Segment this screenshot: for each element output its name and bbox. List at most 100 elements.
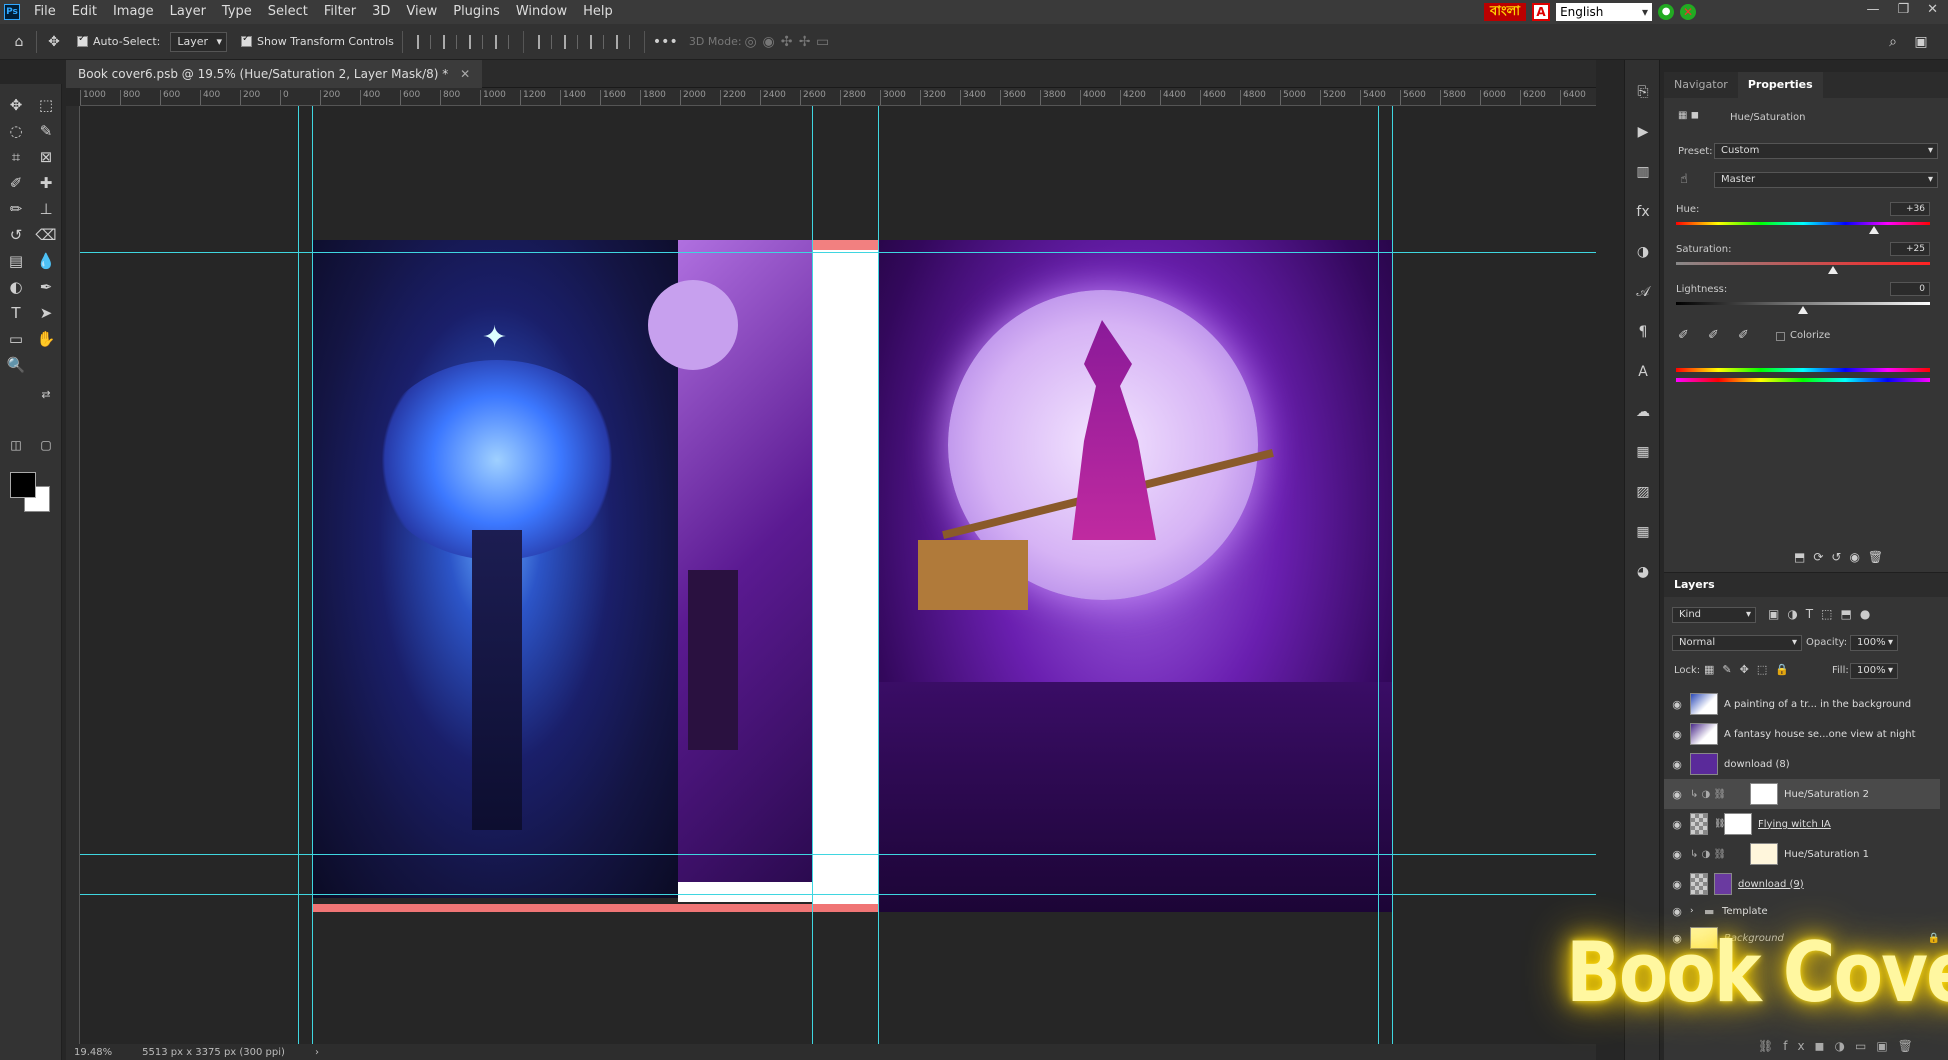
distribute-vertical-icon[interactable] — [615, 34, 630, 49]
menu-select[interactable]: Select — [260, 0, 316, 24]
colorize-checkbox[interactable] — [1776, 332, 1785, 341]
guide-horizontal[interactable] — [80, 252, 1596, 253]
saturation-value[interactable]: +25 — [1890, 242, 1930, 256]
eyedropper-tool-icon[interactable]: ✐ — [4, 172, 28, 194]
properties-footer-icons[interactable]: ⬒⟳↺◉🗑 — [1794, 550, 1891, 564]
saturation-slider-thumb[interactable] — [1828, 266, 1839, 274]
minimize-icon[interactable]: — — [1866, 2, 1879, 17]
history-brush-icon[interactable]: ↺ — [4, 224, 28, 246]
quick-select-tool-icon[interactable]: ✎ — [34, 120, 58, 142]
guide-vertical[interactable] — [1378, 106, 1379, 1044]
workspace-icon[interactable]: ▣ — [1912, 34, 1930, 50]
hue-value[interactable]: +36 — [1890, 202, 1930, 216]
tab-navigator[interactable]: Navigator — [1664, 72, 1738, 98]
guide-vertical[interactable] — [878, 106, 879, 1044]
chevron-right-icon[interactable]: › — [1690, 906, 1704, 916]
menu-layer[interactable]: Layer — [162, 0, 214, 24]
glyphs-icon[interactable]: 𝒜 — [1633, 282, 1653, 302]
stamp-tool-icon[interactable]: ⊥ — [34, 198, 58, 220]
foreground-color-swatch[interactable] — [10, 472, 36, 498]
menu-plugins[interactable]: Plugins — [445, 0, 508, 24]
lock-icons[interactable]: ▦✎✥⬚🔒 — [1704, 663, 1797, 676]
layer-row[interactable]: ◉ A painting of a tr... in the backgroun… — [1664, 689, 1940, 719]
align-bottom-icon[interactable] — [589, 34, 604, 49]
targeted-adjust-icon[interactable]: ☝ — [1680, 172, 1688, 187]
type-tool-icon[interactable]: T — [4, 302, 28, 324]
guide-vertical[interactable] — [812, 106, 813, 1044]
menu-type[interactable]: Type — [214, 0, 260, 24]
layer-filter-icons[interactable]: ▣◑T⬚⬒● — [1768, 607, 1878, 621]
auto-select-checkbox[interactable] — [77, 33, 88, 47]
visibility-eye-icon[interactable]: ◉ — [1664, 788, 1690, 801]
align-top-icon[interactable] — [537, 34, 552, 49]
menu-3d[interactable]: 3D — [364, 0, 398, 24]
lightness-value[interactable]: 0 — [1890, 282, 1930, 296]
lightness-slider-thumb[interactable] — [1798, 306, 1808, 314]
opacity-field[interactable]: 100% — [1850, 635, 1898, 651]
menu-help[interactable]: Help — [575, 0, 621, 24]
pen-tool-icon[interactable]: ✒ — [34, 276, 58, 298]
align-middle-icon[interactable] — [563, 34, 578, 49]
healing-tool-icon[interactable]: ✚ — [34, 172, 58, 194]
menu-window[interactable]: Window — [508, 0, 575, 24]
brushes-icon[interactable]: ☁ — [1633, 402, 1653, 422]
brush-tool-icon[interactable]: ✏ — [4, 198, 28, 220]
zoom-level[interactable]: 19.48% — [74, 1047, 112, 1058]
blur-tool-icon[interactable]: 💧 — [34, 250, 58, 272]
eyedropper-icon[interactable]: ✐ — [1678, 328, 1689, 343]
preset-dropdown[interactable]: Custom — [1714, 143, 1938, 159]
close-tab-icon[interactable]: ✕ — [460, 67, 470, 81]
layer-row[interactable]: ◉ ⛓ Flying witch IA — [1664, 809, 1940, 839]
swap-colors-icon[interactable]: ⇄ — [34, 384, 58, 406]
zoom-tool-icon[interactable]: 🔍 — [4, 354, 28, 376]
menu-edit[interactable]: Edit — [64, 0, 105, 24]
status-ok-icon[interactable]: ● — [1658, 4, 1675, 20]
menu-view[interactable]: View — [398, 0, 445, 24]
gradients-icon[interactable]: ▨ — [1633, 482, 1653, 502]
layer-group-row[interactable]: ◉ › ▬ Template — [1664, 899, 1940, 923]
menu-file[interactable]: File — [26, 0, 64, 24]
screen-mode-icon[interactable]: ▢ — [34, 434, 58, 456]
hue-slider[interactable] — [1676, 222, 1930, 225]
align-center-icon[interactable] — [442, 34, 457, 49]
distribute-icon[interactable] — [494, 34, 509, 49]
frame-tool-icon[interactable]: ⊠ — [34, 146, 58, 168]
actions-play-icon[interactable]: ▶ — [1633, 122, 1653, 142]
visibility-eye-icon[interactable]: ◉ — [1664, 698, 1690, 711]
visibility-eye-icon[interactable]: ◉ — [1664, 905, 1690, 918]
blend-mode-dropdown[interactable]: Normal — [1672, 635, 1802, 651]
guide-vertical[interactable] — [1392, 106, 1393, 1044]
swatches-icon[interactable]: ▦ — [1633, 442, 1653, 462]
language-select[interactable]: English — [1556, 3, 1653, 21]
auto-select-target-dropdown[interactable]: Layer — [170, 31, 228, 52]
hand-tool-icon[interactable]: ✋ — [34, 328, 58, 350]
guide-horizontal[interactable] — [80, 894, 1596, 895]
layer-row[interactable]: ◉ A fantasy house se...one view at night — [1664, 719, 1940, 749]
document-tab[interactable]: Book cover6.psb @ 19.5% (Hue/Saturation … — [66, 60, 483, 88]
hue-slider-thumb[interactable] — [1869, 226, 1880, 234]
align-right-icon[interactable] — [468, 34, 483, 49]
character-icon[interactable]: A — [1633, 362, 1653, 382]
adobe-icon[interactable]: A — [1532, 3, 1551, 21]
histogram-icon[interactable]: ▥ — [1633, 162, 1653, 182]
marquee-tool-icon[interactable]: ⬚ — [34, 94, 58, 116]
eraser-tool-icon[interactable]: ⌫ — [34, 224, 58, 246]
layer-mask-thumbnail[interactable] — [1750, 783, 1778, 805]
layer-filter-kind[interactable]: Kind — [1672, 607, 1756, 623]
layer-row[interactable]: ◉ download (8) — [1664, 749, 1940, 779]
layer-row[interactable]: ◉ ↳ ◑ ⛓ Hue/Saturation 1 — [1664, 839, 1940, 869]
eyedropper-add-icon[interactable]: ✐ — [1708, 328, 1719, 343]
status-arrow-icon[interactable]: › — [315, 1047, 319, 1058]
quick-mask-icon[interactable]: ◫ — [4, 434, 28, 456]
color-icon[interactable]: ◕ — [1633, 562, 1653, 582]
search-icon[interactable]: ⌕ — [1884, 34, 1902, 50]
dodge-tool-icon[interactable]: ◐ — [4, 276, 28, 298]
menu-image[interactable]: Image — [105, 0, 162, 24]
close-window-icon[interactable]: ✕ — [1927, 2, 1938, 17]
visibility-eye-icon[interactable]: ◉ — [1664, 818, 1690, 831]
visibility-eye-icon[interactable]: ◉ — [1664, 728, 1690, 741]
layer-row-selected[interactable]: ◉ ↳ ◑ ⛓ Hue/Saturation 2 — [1664, 779, 1940, 809]
home-icon[interactable]: ⌂ — [10, 34, 28, 50]
visibility-eye-icon[interactable]: ◉ — [1664, 878, 1690, 891]
visibility-eye-icon[interactable]: ◉ — [1664, 848, 1690, 861]
